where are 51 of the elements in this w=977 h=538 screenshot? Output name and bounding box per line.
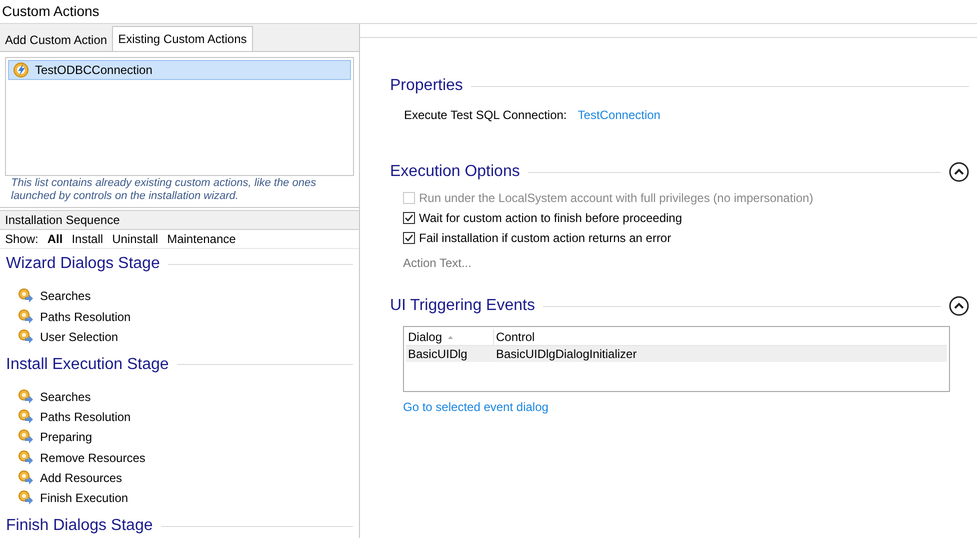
stage-item[interactable]: Searches [18, 386, 353, 408]
stage-item[interactable]: User Selection [18, 326, 353, 347]
event-dialog-link[interactable]: Go to selected event dialog [403, 398, 548, 416]
stage-item[interactable]: Paths Resolution [18, 306, 353, 327]
collapse-icon[interactable] [949, 296, 969, 316]
gear-arrow-icon [18, 409, 34, 426]
table-cell-text: BasicUIDlg [407, 346, 468, 363]
checkbox[interactable] [403, 212, 415, 224]
section-heading: Install Execution Stage [6, 354, 169, 375]
section-heading: UI Triggering Events [390, 296, 535, 316]
column-header[interactable]: Control [494, 329, 537, 345]
gear-arrow-icon [18, 308, 34, 325]
stage-item[interactable]: Add Resources [18, 468, 353, 488]
action-text-link[interactable]: Action Text... [403, 254, 969, 272]
tab[interactable]: Existing Custom Actions [112, 26, 253, 51]
gear-lightning-icon [13, 62, 29, 78]
stage-item[interactable]: Preparing [18, 427, 353, 448]
stage-item[interactable]: Searches [18, 286, 353, 306]
gear-arrow-icon [18, 429, 34, 446]
stage-item[interactable]: Paths Resolution [18, 407, 353, 428]
table-row[interactable]: BasicUIDlg BasicUIDlgDialogInitializer [406, 346, 947, 362]
filter-link[interactable]: Maintenance [167, 230, 236, 248]
checkbox-option[interactable]: Wait for custom action to finish before proceeding [403, 208, 969, 228]
checkbox-option[interactable]: Fail installation if custom action returns an error [403, 228, 969, 248]
gear-arrow-icon [18, 328, 34, 345]
section-heading: Properties [390, 76, 463, 96]
property-label: Execute Test SQL Connection: [404, 107, 567, 124]
section-heading: Wizard Dialogs Stage [6, 254, 160, 274]
filter-link[interactable]: Uninstall [112, 230, 158, 248]
property-link[interactable]: TestConnection [578, 106, 660, 124]
filter-link[interactable]: Install [72, 230, 104, 248]
show-label: Show: [5, 231, 38, 248]
gear-arrow-icon [18, 388, 34, 405]
collapse-icon[interactable] [949, 162, 969, 182]
stage-item[interactable]: Finish Execution [18, 488, 353, 508]
gear-arrow-icon [18, 288, 34, 304]
section-heading: Finish Dialogs Stage [6, 516, 153, 536]
column-header[interactable]: Dialog [406, 329, 494, 345]
gear-arrow-icon [18, 470, 34, 486]
stage-item[interactable]: Remove Resources [18, 447, 353, 468]
sort-icon [448, 336, 454, 338]
filter-link[interactable]: All [47, 230, 63, 248]
table-cell-text: BasicUIDlgDialogInitializer [495, 346, 638, 363]
section-heading: Execution Options [390, 162, 520, 182]
hint-text: This list contains already existing custom actions, like the ones launched by controls on the installation wizard. [10, 177, 318, 203]
list-item[interactable]: TestODBCConnection [8, 60, 351, 80]
checkbox[interactable] [403, 232, 415, 244]
window-title: Custom Actions [2, 2, 100, 21]
gear-arrow-icon [18, 490, 34, 506]
panel-header: Installation Sequence [5, 212, 120, 229]
gear-arrow-icon [18, 450, 34, 466]
